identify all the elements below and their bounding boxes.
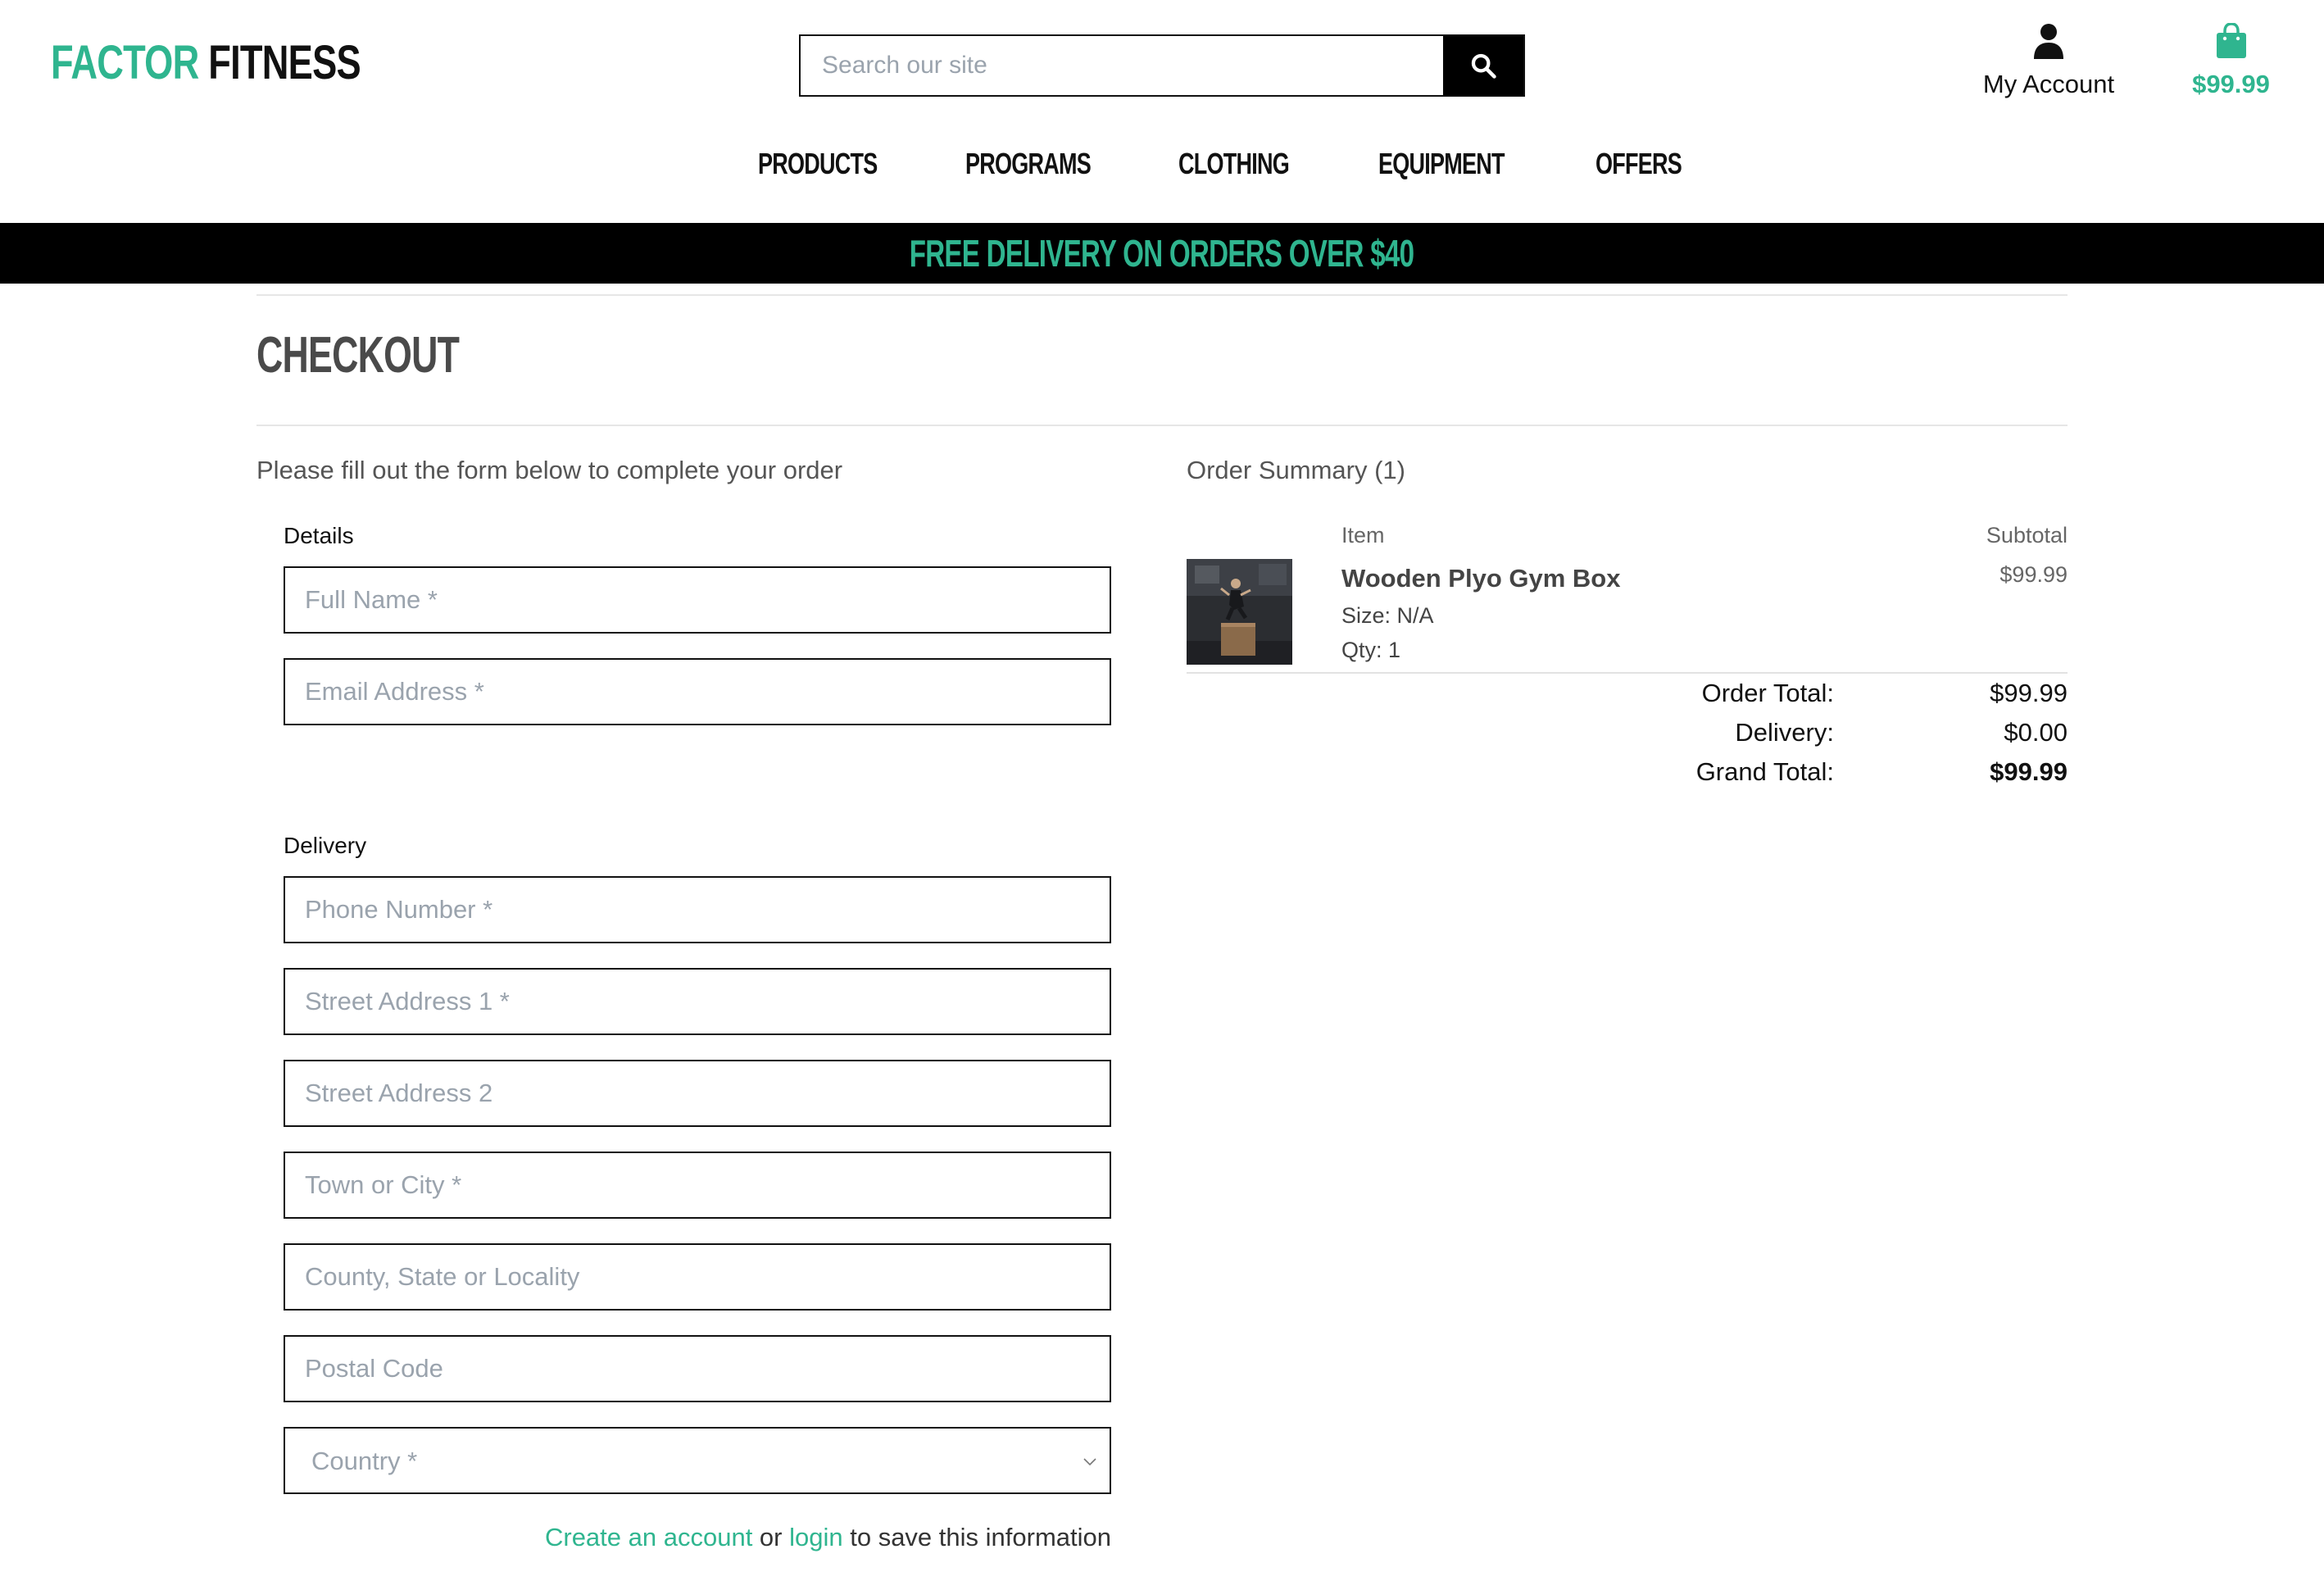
product-thumbnail [1187, 559, 1292, 665]
email-input[interactable] [285, 660, 1110, 724]
street1-field [284, 968, 1111, 1035]
country-field: Country * [284, 1427, 1111, 1494]
nav-equipment[interactable]: EQUIPMENT [1378, 143, 1505, 184]
country-select[interactable]: Country * [285, 1429, 1110, 1492]
shopping-bag-icon [2216, 22, 2246, 58]
delivery-banner: FREE DELIVERY ON ORDERS OVER $40 [0, 223, 2324, 284]
logo-fitness: FITNESS [208, 36, 361, 89]
divider-top [256, 294, 2068, 296]
divider-title [256, 425, 2068, 426]
create-account-link[interactable]: Create an account [545, 1523, 752, 1551]
order-summary-title: Order Summary (1) [1187, 456, 1405, 484]
site-logo[interactable]: FACTOR FITNESS [51, 34, 361, 92]
grand-total-label: Grand Total: [1695, 757, 1834, 786]
order-total-value: $99.99 [1990, 679, 2068, 707]
street2-field [284, 1060, 1111, 1127]
logo-factor: FACTOR [51, 36, 199, 89]
product-image [1187, 559, 1292, 665]
product-size: Size: N/A [1341, 603, 1434, 628]
search-icon [1471, 53, 1496, 79]
full-name-input[interactable] [285, 568, 1110, 632]
checkout-intro: Please fill out the form below to comple… [256, 456, 843, 484]
save-info-rest: to save this information [842, 1523, 1111, 1551]
cart-total: $99.99 [2192, 70, 2270, 98]
login-link[interactable]: login [789, 1523, 843, 1551]
save-info-or: or [752, 1523, 790, 1551]
phone-input[interactable] [285, 878, 1110, 942]
grand-total-value: $99.99 [1990, 757, 2068, 786]
nav-programs[interactable]: PROGRAMS [965, 143, 1092, 184]
search-form [799, 34, 1525, 97]
item-column-header: Item [1341, 523, 1385, 547]
full-name-field [284, 566, 1111, 634]
order-total-label: Order Total: [1701, 679, 1834, 707]
street-address-1-input[interactable] [285, 970, 1110, 1034]
delivery-banner-text: FREE DELIVERY ON ORDERS OVER $40 [910, 232, 1414, 275]
my-account-link[interactable]: My Account [1959, 23, 2139, 99]
delivery-label: Delivery [284, 833, 367, 858]
product-subtotal: $99.99 [1999, 562, 2068, 587]
delivery-cost-label: Delivery: [1735, 718, 1834, 747]
summary-divider [1187, 672, 2068, 674]
postcode-input[interactable] [285, 1337, 1110, 1401]
town-input[interactable] [285, 1153, 1110, 1217]
product-name: Wooden Plyo Gym Box [1341, 564, 1621, 593]
search-button[interactable] [1443, 36, 1523, 95]
street-address-2-input[interactable] [285, 1061, 1110, 1125]
search-input[interactable] [801, 36, 1443, 95]
details-label: Details [284, 523, 354, 548]
nav-products[interactable]: PRODUCTS [758, 143, 878, 184]
nav-clothing[interactable]: CLOTHING [1178, 143, 1290, 184]
my-account-label: My Account [1982, 70, 2115, 98]
cart-link[interactable]: $99.99 [2172, 22, 2290, 99]
phone-field [284, 876, 1111, 943]
subtotal-column-header: Subtotal [1986, 523, 2068, 547]
delivery-cost-value: $0.00 [2004, 718, 2068, 747]
user-icon [2034, 24, 2063, 59]
product-qty: Qty: 1 [1341, 638, 1401, 662]
postcode-field [284, 1335, 1111, 1402]
page-title: CHECKOUT [256, 327, 460, 384]
county-field [284, 1243, 1111, 1311]
county-input[interactable] [285, 1245, 1110, 1309]
email-field [284, 658, 1111, 725]
town-field [284, 1152, 1111, 1219]
main-nav: PRODUCTS PROGRAMS CLOTHING EQUIPMENT OFF… [0, 143, 2324, 184]
save-info-text: Create an account or login to save this … [284, 1523, 1111, 1552]
nav-offers[interactable]: OFFERS [1595, 143, 1682, 184]
